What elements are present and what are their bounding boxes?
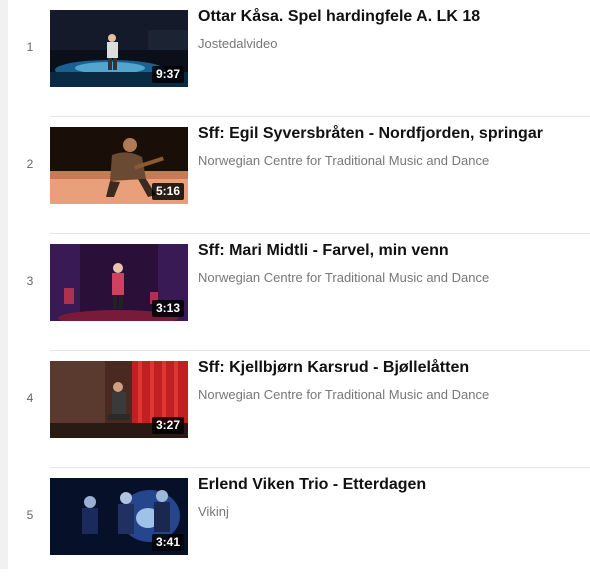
- video-duration: 9:37: [151, 66, 184, 83]
- video-title[interactable]: Sff: Egil Syversbråten - Nordfjorden, sp…: [198, 125, 584, 143]
- playlist-item[interactable]: 5 3:41 Erlend Viken Trio - Etterdagen Vi…: [8, 468, 590, 585]
- video-title[interactable]: Ottar Kåsa. Spel hardingfele A. LK 18: [198, 8, 584, 26]
- video-duration: 3:27: [151, 417, 184, 434]
- video-thumbnail[interactable]: 9:37: [50, 10, 188, 87]
- item-index: 2: [26, 157, 34, 171]
- playlist-item[interactable]: 3 3:13 Sff: Mari Midtli - Farvel, min ve…: [8, 234, 590, 351]
- channel-name[interactable]: Norwegian Centre for Traditional Music a…: [198, 387, 489, 402]
- item-index: 1: [26, 40, 34, 54]
- channel-name[interactable]: Vikinj: [198, 504, 229, 519]
- playlist-item[interactable]: 1 9:37 Ottar Kåsa. Spel hardingfele A. L…: [8, 0, 590, 117]
- video-thumbnail[interactable]: 3:27: [50, 361, 188, 438]
- video-duration: 5:16: [151, 183, 184, 200]
- video-thumbnail[interactable]: 5:16: [50, 127, 188, 204]
- video-title[interactable]: Erlend Viken Trio - Etterdagen: [198, 476, 584, 494]
- video-title[interactable]: Sff: Mari Midtli - Farvel, min venn: [198, 242, 584, 260]
- playlist-item[interactable]: 4 3:27 Sff: Kjellbjørn Karsrud - Bjøllel…: [8, 351, 590, 468]
- item-index: 5: [26, 508, 34, 522]
- video-title[interactable]: Sff: Kjellbjørn Karsrud - Bjøllelåtten: [198, 359, 584, 377]
- video-thumbnail[interactable]: 3:13: [50, 244, 188, 321]
- video-duration: 3:41: [151, 534, 184, 551]
- video-thumbnail[interactable]: 3:41: [50, 478, 188, 555]
- playlist: 1 9:37 Ottar Kåsa. Spel hardingfele A. L…: [8, 0, 590, 569]
- video-duration: 3:13: [151, 300, 184, 317]
- playlist-item[interactable]: 2 5:16 Sff: Egil Syversbråten - Nordfjor…: [8, 117, 590, 234]
- page-edge: [0, 0, 8, 569]
- item-index: 4: [26, 391, 34, 405]
- channel-name[interactable]: Norwegian Centre for Traditional Music a…: [198, 153, 489, 168]
- channel-name[interactable]: Jostedalvideo: [198, 36, 278, 51]
- item-index: 3: [26, 274, 34, 288]
- channel-name[interactable]: Norwegian Centre for Traditional Music a…: [198, 270, 489, 285]
